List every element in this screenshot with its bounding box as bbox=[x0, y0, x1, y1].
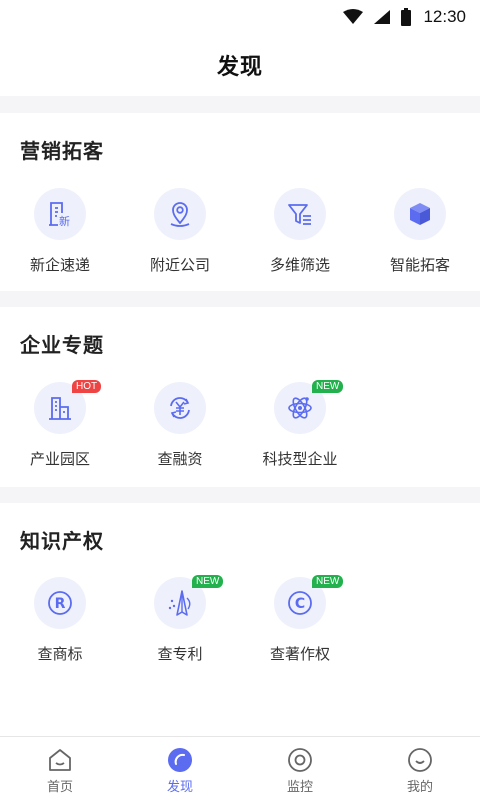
monitor-icon bbox=[288, 748, 312, 772]
filter-icon bbox=[288, 204, 311, 225]
header: 发现 bbox=[0, 34, 480, 96]
item-label: 查商标 bbox=[37, 645, 83, 663]
section-title: 知识产权 bbox=[20, 529, 104, 553]
tab-label: 我的 bbox=[406, 780, 433, 795]
item-label: 新企速递 bbox=[29, 256, 90, 274]
section-marketing: 营销拓客 新 新企速递 附近公司 多维筛选 智能拓客 bbox=[0, 113, 480, 291]
grid-item-tech-enterprise[interactable]: NEW 科技型企业 bbox=[240, 380, 360, 469]
wifi-icon bbox=[343, 9, 364, 24]
item-label: 科技型企业 bbox=[262, 450, 338, 468]
tab-monitor[interactable]: 监控 bbox=[240, 737, 360, 800]
tab-home[interactable]: 首页 bbox=[0, 737, 120, 800]
item-label: 产业园区 bbox=[29, 450, 90, 468]
new-company-icon: 新 bbox=[49, 202, 70, 228]
grid-item-nearby-company[interactable]: 附近公司 bbox=[120, 188, 240, 275]
industrial-park-icon bbox=[49, 397, 71, 420]
battery-icon bbox=[401, 8, 412, 26]
cube-icon bbox=[410, 203, 430, 225]
tab-label: 监控 bbox=[286, 780, 313, 795]
status-time: 12:30 bbox=[423, 7, 466, 26]
patent-icon bbox=[168, 590, 191, 616]
atom-icon bbox=[288, 397, 312, 419]
new-badge: NEW bbox=[312, 575, 344, 588]
cellular-signal-icon bbox=[374, 10, 391, 24]
item-label: 查融资 bbox=[157, 450, 203, 468]
new-badge: NEW bbox=[192, 575, 224, 588]
svg-text:新: 新 bbox=[59, 214, 70, 228]
new-badge: NEW bbox=[312, 380, 344, 393]
grid-item-multi-filter[interactable]: 多维筛选 bbox=[240, 188, 360, 275]
item-label: 查著作权 bbox=[269, 645, 330, 663]
yuan-refresh-icon bbox=[170, 397, 190, 419]
item-label: 智能拓客 bbox=[389, 256, 450, 274]
tab-profile[interactable]: 我的 bbox=[360, 737, 480, 800]
section-enterprise-topics: 企业专题 HOT 产业园区 查融资 NEW 科技型企业 bbox=[0, 307, 480, 487]
grid-item-smart-prospect[interactable]: 智能拓客 bbox=[360, 188, 480, 275]
svg-text:C: C bbox=[295, 596, 305, 612]
grid-item-financing[interactable]: 查融资 bbox=[120, 382, 240, 469]
bottom-tab-bar: 首页 发现 监控 我的 bbox=[0, 736, 480, 800]
grid-item-copyright[interactable]: C NEW 查著作权 bbox=[240, 575, 360, 664]
grid-item-new-company[interactable]: 新 新企速递 bbox=[0, 188, 120, 275]
svg-text:R: R bbox=[55, 596, 66, 612]
grid-item-patent[interactable]: NEW 查专利 bbox=[120, 575, 240, 664]
item-label: 多维筛选 bbox=[269, 256, 330, 274]
tab-label: 首页 bbox=[46, 780, 73, 795]
item-label: 附近公司 bbox=[149, 256, 210, 274]
copyright-icon: C bbox=[288, 591, 312, 615]
status-bar: 12:30 bbox=[0, 0, 480, 34]
profile-icon bbox=[408, 748, 432, 772]
grid-item-trademark[interactable]: R 查商标 bbox=[0, 577, 120, 664]
location-pin-icon bbox=[170, 202, 190, 227]
tab-label: 发现 bbox=[166, 780, 193, 795]
item-label: 查专利 bbox=[157, 645, 203, 663]
home-icon bbox=[49, 749, 71, 771]
section-intellectual-property: 知识产权 R 查商标 NEW 查专利 C NEW 查著作权 bbox=[0, 503, 480, 736]
tab-discover[interactable]: 发现 bbox=[120, 737, 240, 800]
page-title: 发现 bbox=[216, 55, 263, 80]
discover-icon bbox=[168, 748, 192, 772]
section-title: 营销拓客 bbox=[20, 139, 104, 163]
hot-badge: HOT bbox=[72, 380, 102, 393]
registered-trademark-icon: R bbox=[48, 591, 72, 615]
section-title: 企业专题 bbox=[20, 333, 104, 357]
grid-item-industrial-park[interactable]: HOT 产业园区 bbox=[0, 380, 120, 469]
